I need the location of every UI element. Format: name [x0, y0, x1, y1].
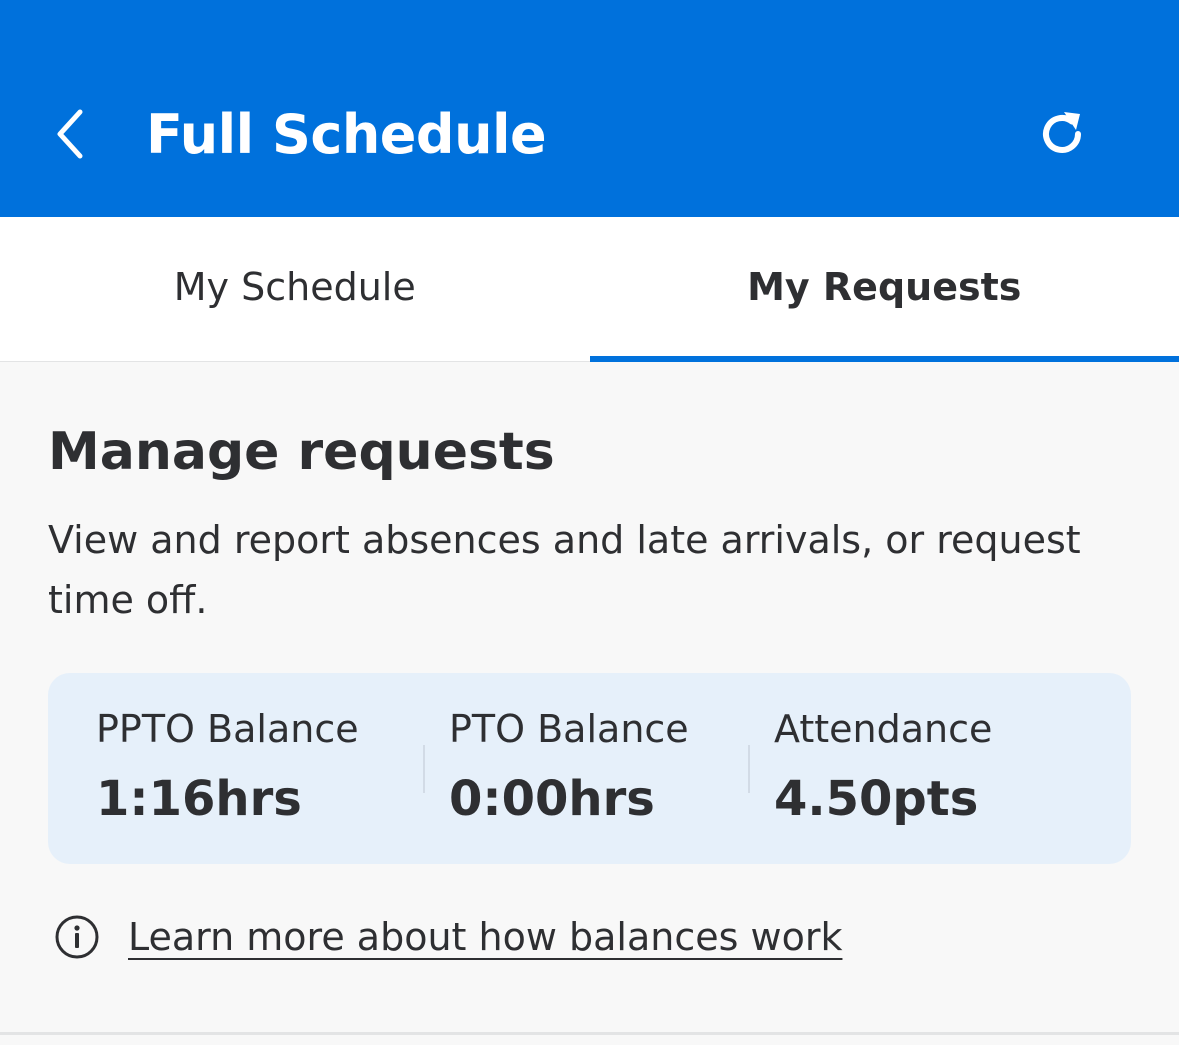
tab-my-requests[interactable]: My Requests	[589, 217, 1179, 362]
app-bar: Full Schedule	[0, 0, 1179, 217]
attendance-balance: Attendance 4.50pts	[774, 701, 992, 829]
balance-card: PPTO Balance 1:16hrs PTO Balance 0:00hrs…	[48, 673, 1131, 864]
chevron-left-icon	[57, 109, 83, 159]
info-icon	[55, 915, 99, 959]
balance-label: PTO Balance	[449, 707, 689, 751]
divider	[423, 745, 425, 793]
ppto-balance: PPTO Balance 1:16hrs	[96, 701, 359, 829]
page-title: Full Schedule	[146, 103, 547, 166]
bottom-divider	[0, 1032, 1179, 1035]
divider	[748, 745, 750, 793]
section-description: View and report absences and late arriva…	[48, 518, 1081, 622]
balance-label: Attendance	[774, 707, 993, 751]
balance-value: 4.50pts	[774, 771, 979, 827]
learn-more-row: Learn more about how balances work	[54, 914, 842, 960]
back-button[interactable]	[30, 94, 110, 174]
section-title: Manage requests	[48, 422, 555, 482]
pto-balance: PTO Balance 0:00hrs	[449, 701, 689, 829]
balance-value: 1:16hrs	[96, 771, 302, 827]
tab-bar: My Schedule My Requests	[0, 217, 1179, 362]
refresh-button[interactable]	[1022, 94, 1102, 174]
learn-more-link[interactable]: Learn more about how balances work	[128, 915, 842, 959]
refresh-icon	[1043, 112, 1081, 153]
tab-my-schedule[interactable]: My Schedule	[0, 217, 590, 361]
balance-value: 0:00hrs	[449, 771, 655, 827]
balance-label: PPTO Balance	[96, 707, 359, 751]
